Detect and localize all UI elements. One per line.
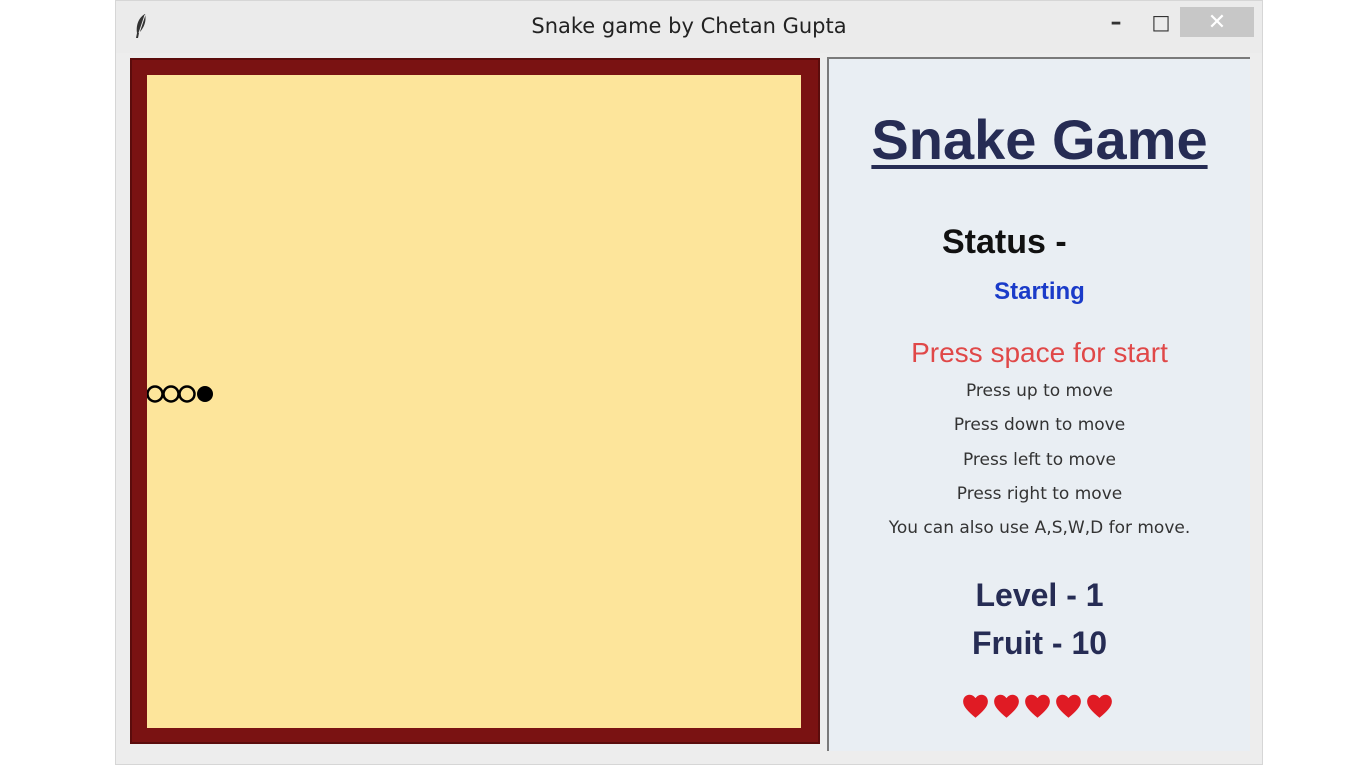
help-right: Press right to move xyxy=(956,484,1123,504)
game-window: Snake game by Chetan Gupta – □ ✕ Snake G… xyxy=(115,0,1263,765)
snake-segment xyxy=(178,385,196,403)
game-board-frame xyxy=(130,58,820,744)
close-button[interactable]: ✕ xyxy=(1180,7,1254,37)
minimize-icon: – xyxy=(1110,9,1122,35)
lives-display xyxy=(962,693,1113,723)
minimize-button[interactable]: – xyxy=(1101,7,1131,37)
level-display: Level - 1 xyxy=(975,577,1104,613)
snake xyxy=(147,385,213,403)
press-start-hint: Press space for start xyxy=(911,337,1168,368)
game-board[interactable] xyxy=(147,75,801,728)
panel-title: Snake Game xyxy=(871,108,1208,171)
heart-icon xyxy=(994,694,1019,718)
snake-segment xyxy=(147,385,164,403)
close-icon: ✕ xyxy=(1207,9,1227,35)
maximize-icon: □ xyxy=(1151,10,1171,34)
heart-icon xyxy=(1087,694,1112,718)
heart-icon xyxy=(1056,694,1081,718)
help-keys: You can also use A,S,W,D for move. xyxy=(888,518,1191,538)
window-title: Snake game by Chetan Gupta xyxy=(531,14,847,38)
help-down: Press down to move xyxy=(953,415,1126,435)
help-left: Press left to move xyxy=(962,450,1117,470)
help-up: Press up to move xyxy=(965,381,1114,401)
heart-icon xyxy=(1025,694,1050,718)
status-value: Starting xyxy=(994,278,1085,305)
fruit-display: Fruit - 10 xyxy=(971,625,1108,661)
snake-head xyxy=(197,386,213,402)
title-bar[interactable]: Snake game by Chetan Gupta – □ ✕ xyxy=(116,1,1262,53)
maximize-button[interactable]: □ xyxy=(1146,7,1176,37)
heart-icon xyxy=(963,694,988,718)
info-panel: Snake Game Status - Starting Press space… xyxy=(827,57,1250,751)
snake-segment xyxy=(162,385,180,403)
status-label: Status - xyxy=(942,223,1067,261)
